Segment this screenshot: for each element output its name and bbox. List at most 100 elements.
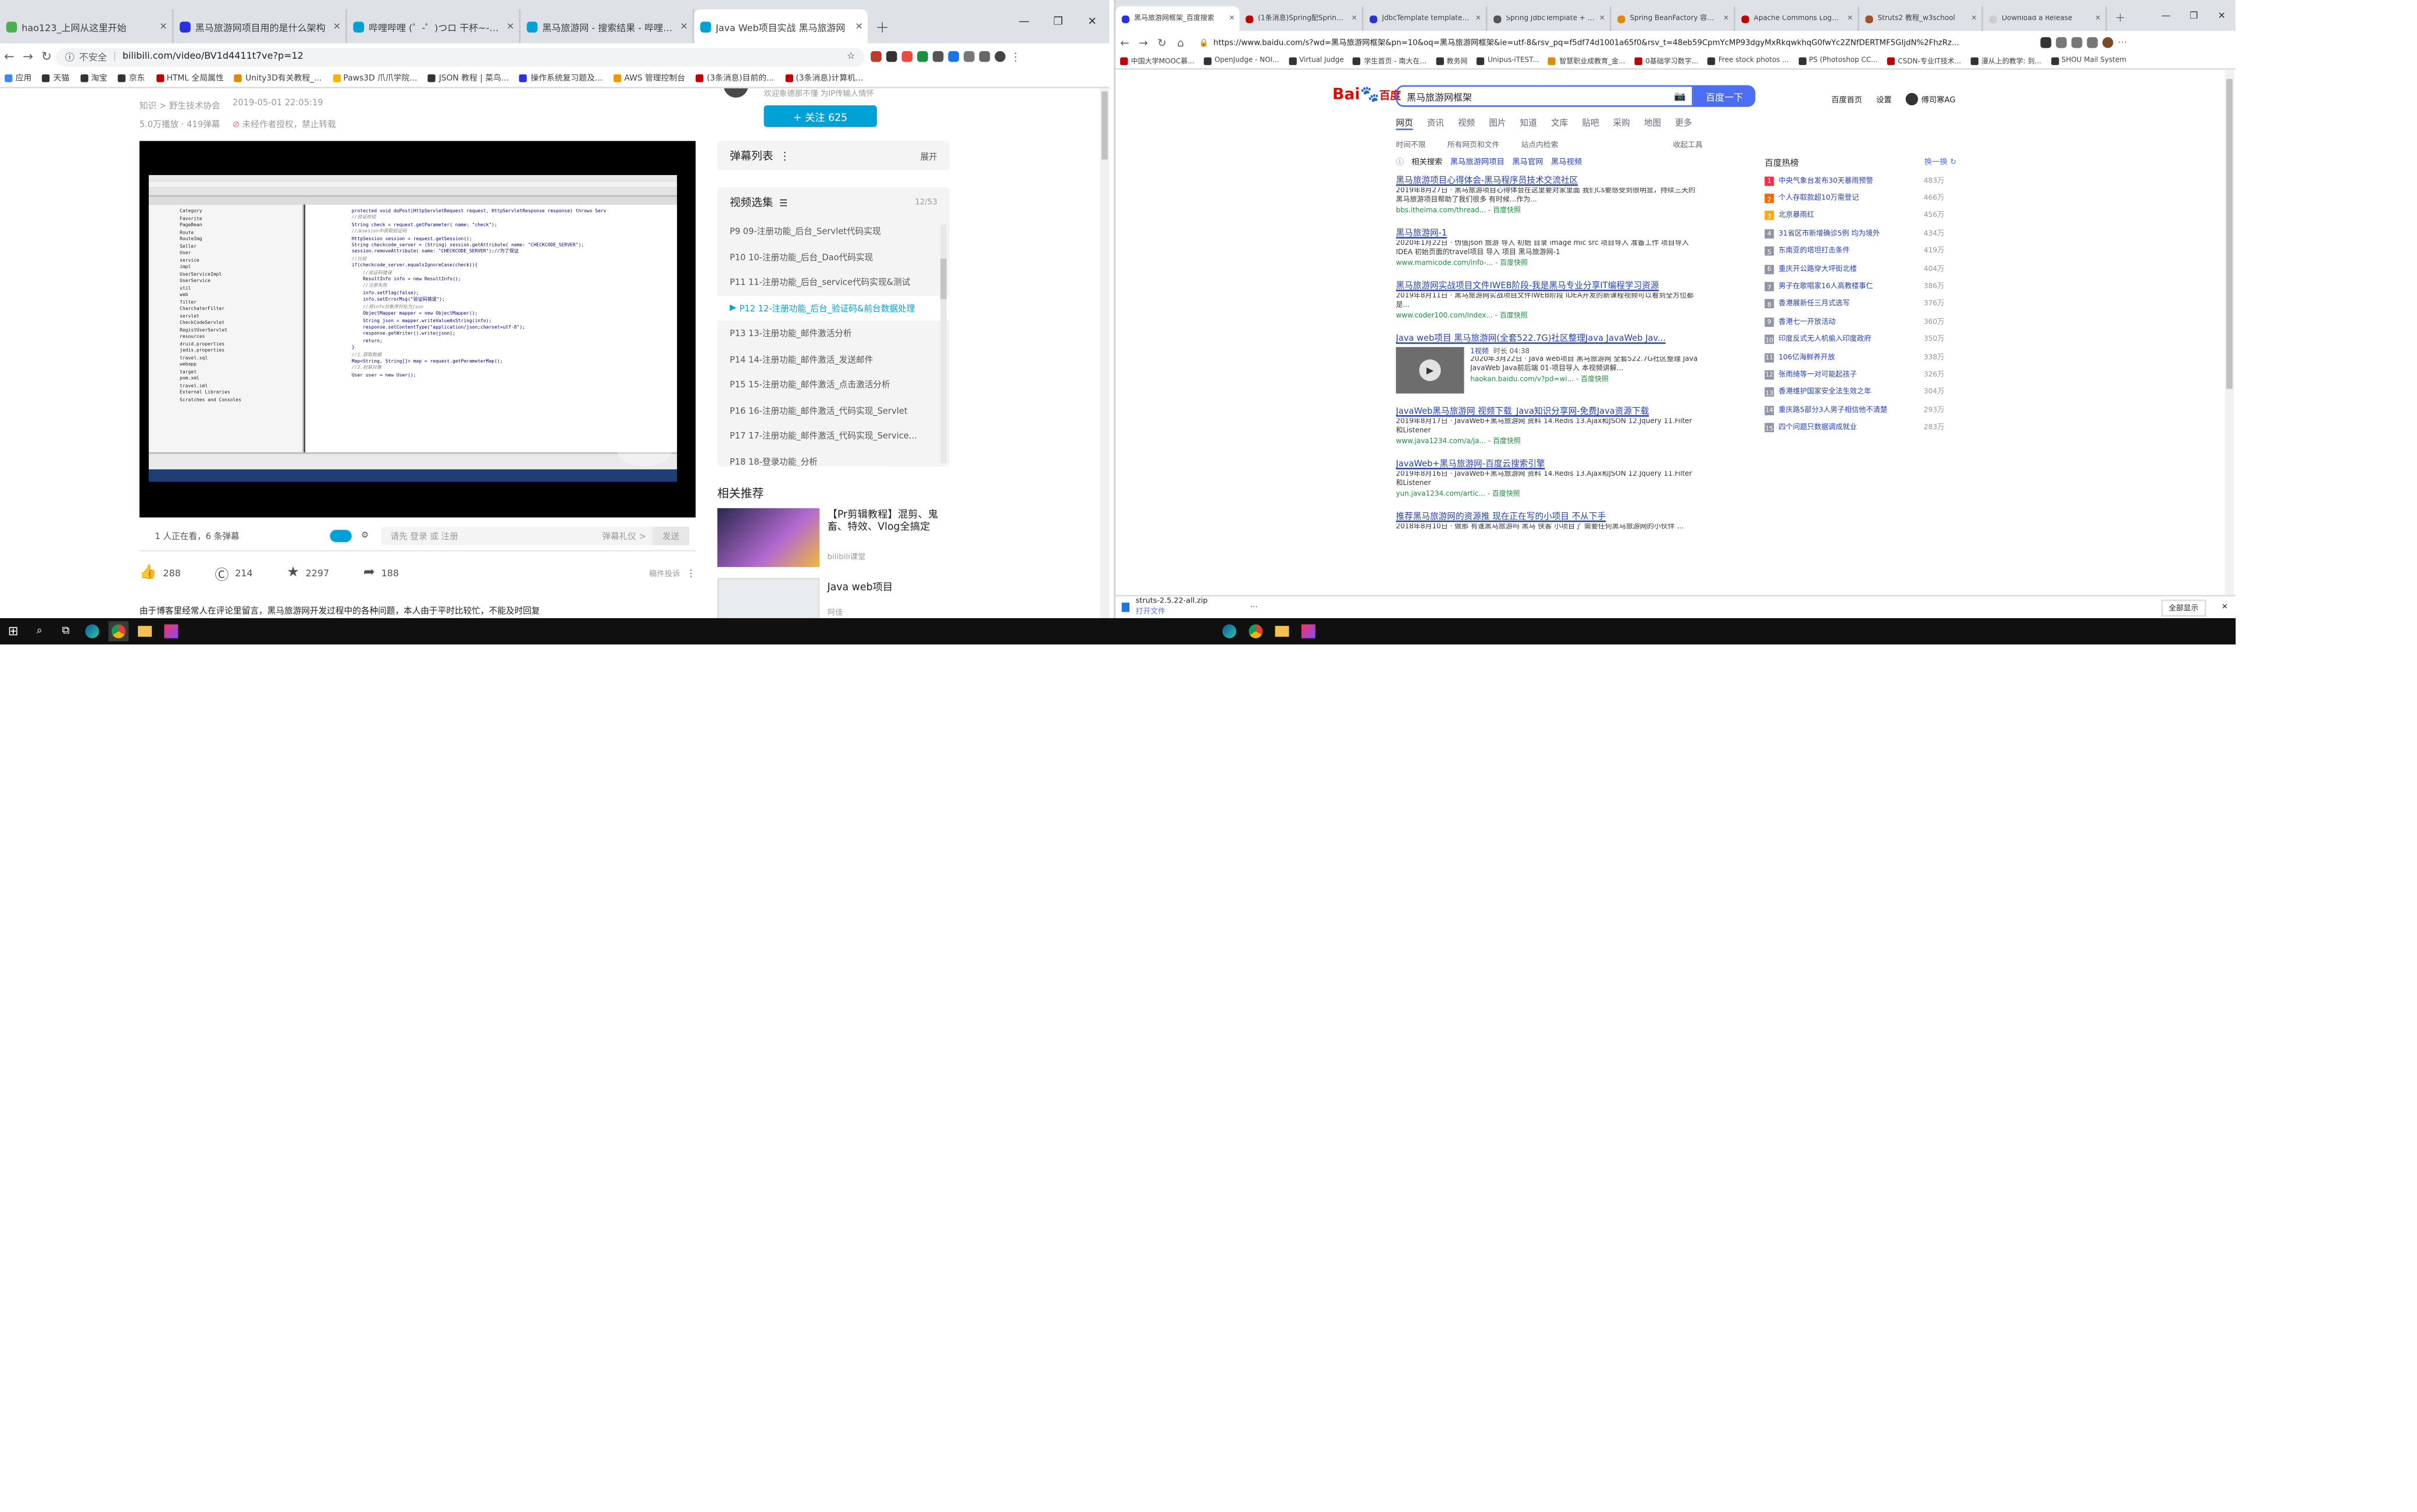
forward-icon[interactable]: → (19, 49, 37, 63)
favorite-icon[interactable]: ★ (287, 565, 300, 581)
danmaku-input[interactable]: 请先 登录 或 注册 弹幕礼仪 > (381, 526, 653, 545)
bookmark-item[interactable]: 学生首页 - 南大在... (1353, 56, 1427, 66)
close-download-icon[interactable]: ✕ (2222, 604, 2228, 611)
settings-link[interactable]: 设置 (1876, 94, 1892, 105)
close-window-button[interactable]: ✕ (1075, 0, 1110, 44)
bookmark-item[interactable]: (3条消息)目前的... (696, 73, 774, 84)
expand-link[interactable]: 展开 (920, 149, 937, 162)
left-page-scrollbar[interactable] (1100, 88, 1110, 618)
hot-list-item[interactable]: 13 香港维护国家安全法生效之年 304万 (1764, 384, 1944, 401)
browser-tab[interactable]: 哔哩哔哩 (゜-゜)つロ 干杯~-bili ✕ (347, 9, 521, 44)
bookmark-item[interactable]: 中国大学MOOC慕... (1120, 56, 1195, 66)
close-window-button[interactable]: ✕ (2208, 0, 2236, 31)
tab-close-icon[interactable]: ✕ (1966, 15, 1981, 22)
download-item[interactable]: struts-2.5.22-all.zip 打开文件 (1136, 598, 1244, 616)
nav-tab[interactable]: 资讯 (1427, 116, 1444, 130)
tab-close-icon[interactable]: ✕ (1471, 15, 1486, 22)
danmaku-etiquette-link[interactable]: 弹幕礼仪 > (602, 529, 646, 541)
related-link[interactable]: 黑马旅游网项目 (1450, 156, 1505, 167)
bookmark-item[interactable]: AWS 管理控制台 (613, 73, 685, 84)
bookmark-item[interactable]: 漫从上的教学: 到... (1970, 56, 2041, 66)
tab-close-icon[interactable]: ✕ (1842, 15, 1858, 22)
intellij-icon[interactable] (161, 621, 181, 641)
list-icon[interactable]: ☰ (779, 198, 787, 209)
nav-tab[interactable]: 贴吧 (1582, 116, 1599, 130)
refresh-icon[interactable]: ↻ (1950, 158, 1956, 167)
result-title[interactable]: 黑马旅游网-1 (1396, 226, 1698, 238)
extension-icon[interactable] (979, 50, 990, 62)
hot-list-item[interactable]: 1 中央气象台发布30天暴雨预警 483万 (1764, 172, 1944, 190)
user-name[interactable]: 傅司寒AG (1921, 94, 1955, 105)
nav-tab[interactable]: 视频 (1458, 116, 1475, 130)
result-url[interactable]: haokan.baidu.com/v?pd=wi... - 百度快照 (1470, 375, 1698, 384)
explorer-icon[interactable] (135, 621, 155, 641)
result-url[interactable]: yun.java1234.com/artic... - 百度快照 (1396, 490, 1698, 498)
result-url[interactable]: bbs.itheima.com/thread... - 百度快照 (1396, 206, 1698, 215)
nav-tab[interactable]: 文库 (1551, 116, 1568, 130)
bookmark-item[interactable]: 天猫 (42, 73, 69, 84)
bookmark-item[interactable]: JSON 教程 | 菜鸟... (428, 73, 509, 84)
breadcrumb[interactable]: 知识 > 野生技术协会 (140, 99, 220, 112)
bookmark-item[interactable]: 智慧职业成教育_金... (1548, 56, 1625, 66)
hot-list-item[interactable]: 15 四个问题只数据调成就业 283万 (1764, 419, 1944, 437)
show-all-button[interactable]: 全部显示 (2161, 598, 2206, 616)
baidu-logo[interactable]: Bai🐾百度 (1332, 87, 1401, 104)
maximize-button[interactable]: ❐ (2180, 0, 2208, 31)
tab-close-icon[interactable]: ✕ (155, 21, 172, 32)
chrome-icon[interactable] (1246, 621, 1266, 641)
back-icon[interactable]: ← (1115, 37, 1134, 49)
intellij-icon[interactable] (1298, 621, 1318, 641)
browser-tab[interactable]: Download a Release ✕ (1983, 6, 2108, 31)
menu-icon[interactable]: ⋯ (2118, 37, 2127, 48)
filetype-filter[interactable]: 所有网页和文件 (1448, 140, 1499, 150)
avatar[interactable] (1905, 92, 1919, 106)
playlist-item[interactable]: P13 13-注册功能_邮件激活分析 (717, 320, 950, 346)
related-item[interactable]: Java web项目 阿佳 (717, 577, 957, 618)
nav-tab[interactable]: 图片 (1489, 116, 1506, 130)
browser-tab[interactable]: 黑马旅游网项目用的是什么架构 ✕ (173, 9, 347, 44)
bookmark-item[interactable]: Unipus-iTEST... (1477, 57, 1539, 65)
bookmark-item[interactable]: Paws3D 爪爪学院... (332, 73, 417, 84)
uploader-avatar[interactable] (723, 88, 748, 98)
result-title[interactable]: Java web项目 黑马旅游网(全套522.7G)社区整理Java JavaW… (1396, 331, 1698, 344)
time-filter[interactable]: 时间不限 (1396, 140, 1425, 150)
follow-button[interactable]: + 关注 625 (764, 105, 877, 127)
nav-tab[interactable]: 地图 (1644, 116, 1661, 130)
browser-tab[interactable]: Spring JdbcTemplate + bo... ✕ (1487, 6, 1612, 31)
profile-icon[interactable] (2102, 37, 2113, 48)
hot-list-item[interactable]: 7 男子在歌唱家16人高教楼事仁 386万 (1764, 278, 1944, 295)
bookmark-item[interactable]: PS (Photoshop CC... (1798, 57, 1878, 65)
hot-list-item[interactable]: 10 印度反式无人机偷入印度政府 350万 (1764, 331, 1944, 348)
windows-start-icon[interactable]: ⊞ (3, 621, 23, 641)
tab-close-icon[interactable]: ✕ (1719, 15, 1734, 22)
tab-close-icon[interactable]: ✕ (2090, 15, 2105, 22)
danmaku-settings-icon[interactable]: ⚙ (361, 530, 369, 540)
hot-list-item[interactable]: 3 北京暴雨红 456万 (1764, 207, 1944, 224)
extension-icon[interactable] (2040, 37, 2052, 48)
extension-icon[interactable] (886, 50, 897, 62)
hot-list-item[interactable]: 9 香港七一开放活动 360万 (1764, 313, 1944, 330)
edge-icon[interactable] (1220, 621, 1240, 641)
play-icon[interactable]: ▶ (1419, 359, 1441, 381)
bookmark-item[interactable]: OpenJudge - NOI... (1203, 57, 1279, 65)
browser-tab[interactable]: 黑马旅游网框架_百度搜索 ✕ (1115, 6, 1240, 31)
nav-tab[interactable]: 更多 (1675, 116, 1692, 130)
lock-icon[interactable]: 🔒 (1199, 38, 1209, 47)
maximize-button[interactable]: ❐ (1041, 0, 1075, 44)
share-icon[interactable]: ➦ (363, 565, 375, 581)
extension-icon[interactable] (948, 50, 960, 62)
hot-list-item[interactable]: 8 香港展新任三月式选写 376万 (1764, 295, 1944, 313)
result-url[interactable]: www.coder100.com/index... - 百度快照 (1396, 311, 1698, 320)
browser-tab[interactable]: Struts2 教程_w3school ✕ (1859, 6, 1983, 31)
result-title[interactable]: 黑马旅游项目心得体会-黑马程序员技术交流社区 (1396, 173, 1698, 186)
nav-tab[interactable]: 采购 (1613, 116, 1630, 130)
playlist-item[interactable]: P14 14-注册功能_邮件激活_发送邮件 (717, 346, 950, 372)
result-title[interactable]: 推荐黑马旅游网的资源推 现在正在写的小项目 不从下手 (1396, 509, 1698, 522)
search-box[interactable]: 黑马旅游网框架 📷 (1396, 85, 1694, 107)
more-icon[interactable]: ⋮ (686, 568, 696, 579)
browser-tab[interactable]: Java Web项目实战 黑马旅游网 ✕ (694, 9, 868, 44)
site-filter[interactable]: 站点内检索 (1521, 140, 1559, 150)
extension-icon[interactable] (964, 50, 975, 62)
extension-icon[interactable] (917, 50, 928, 62)
related-item[interactable]: 【Pr剪辑教程】混剪、鬼畜、特效、Vlog全搞定 bilibili课堂 (717, 508, 957, 568)
